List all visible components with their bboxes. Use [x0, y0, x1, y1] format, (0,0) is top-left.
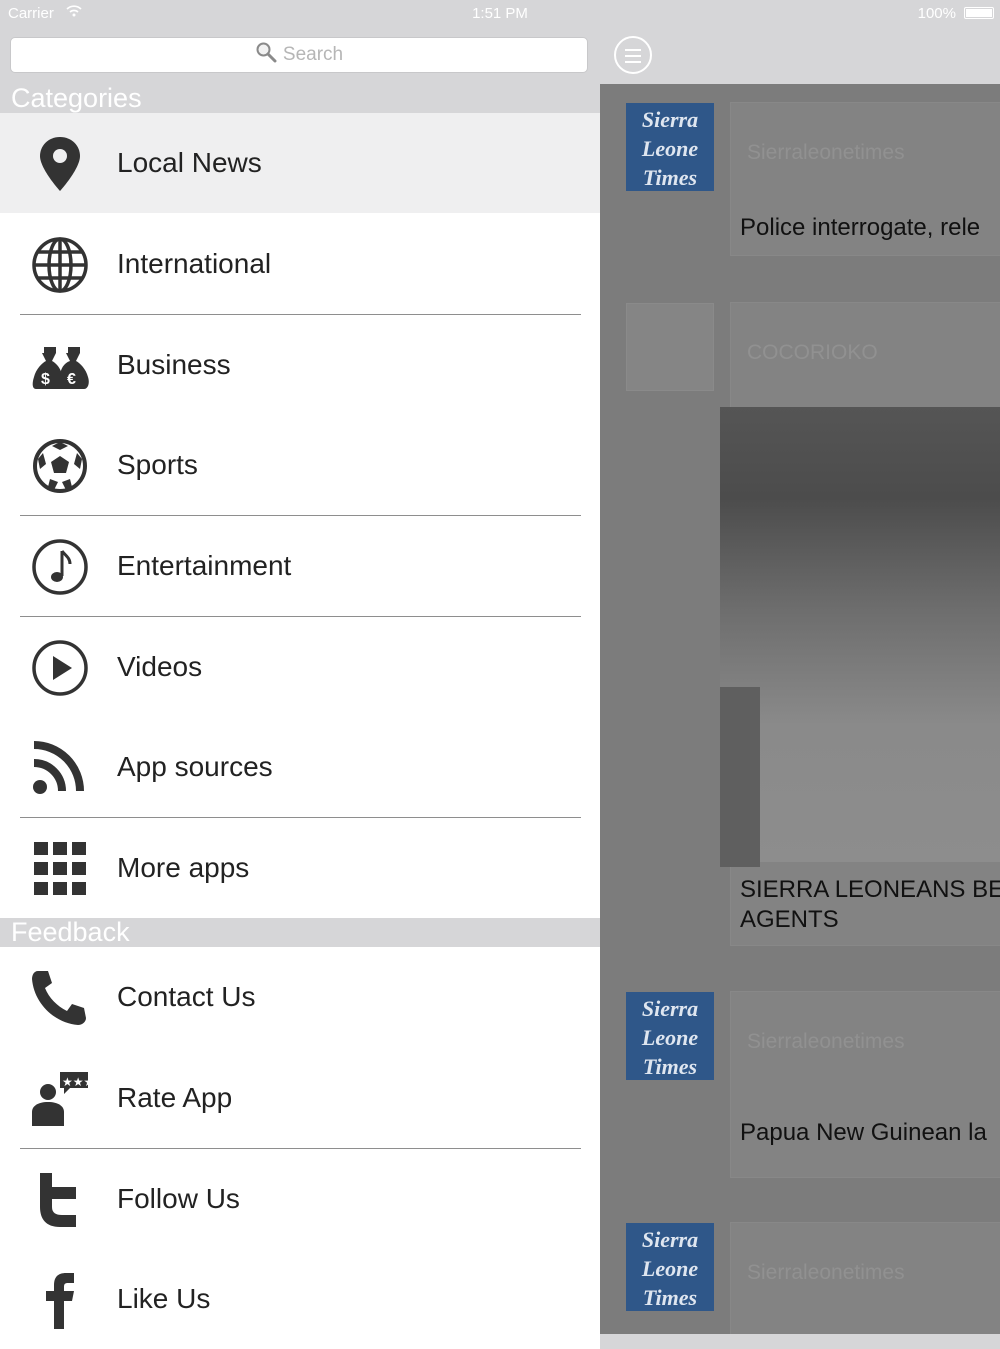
- feed-headline: Papua New Guinean la: [740, 1119, 987, 1146]
- grid-icon: [34, 842, 86, 895]
- phone-icon: [32, 971, 86, 1025]
- image-placeholder-icon: [626, 303, 714, 391]
- feed-card[interactable]: Sierraleonetimes Papua New Guinean la: [730, 991, 1000, 1178]
- drawer-search-bar: Search: [0, 28, 600, 84]
- battery-icon: [964, 7, 994, 19]
- feedback-contact-us[interactable]: Contact Us: [0, 947, 600, 1047]
- soccer-ball-icon: [33, 439, 87, 493]
- side-drawer: Search Categories Local News Internation…: [0, 0, 600, 1349]
- feed-card[interactable]: Sierraleonetimes: [730, 1222, 1000, 1334]
- twitter-icon: [40, 1173, 76, 1227]
- svg-text:★★★: ★★★: [62, 1075, 90, 1089]
- categories-header: Categories: [0, 84, 600, 113]
- feedback-follow-us[interactable]: Follow Us: [0, 1149, 600, 1249]
- feed-photo: [720, 407, 1000, 867]
- clock: 1:51 PM: [472, 5, 528, 22]
- feed-headline: Police interrogate, rele: [740, 214, 981, 241]
- feed-source: COCORIOKO: [747, 341, 878, 364]
- status-bar: Carrier 1:51 PM 100%: [0, 0, 1000, 28]
- battery-percent: 100%: [917, 5, 956, 22]
- feed-list: Sierra Leone Times Sierraleonetimes Police…: [600, 84, 1000, 1334]
- category-business[interactable]: $ € Business: [0, 315, 600, 415]
- feedback-like-us[interactable]: Like Us: [0, 1249, 600, 1349]
- feedback-header: Feedback: [0, 918, 600, 947]
- category-more-apps[interactable]: More apps: [0, 818, 600, 918]
- facebook-icon: [46, 1273, 74, 1329]
- category-videos[interactable]: Videos: [0, 617, 600, 717]
- feed-card[interactable]: Sierraleonetimes Police interrogate, rel…: [730, 102, 1000, 256]
- svg-text:€: €: [67, 371, 76, 388]
- menu-icon[interactable]: [614, 36, 652, 74]
- search-input[interactable]: Search: [10, 37, 588, 73]
- source-logo: Sierra Leone Times: [626, 1223, 714, 1311]
- rate-person-icon: ★★★: [32, 1072, 90, 1126]
- category-international[interactable]: International: [0, 214, 600, 314]
- rss-icon: [33, 741, 84, 794]
- news-feed-panel: Sierra Leone Times Sierraleonetimes Police…: [600, 0, 1000, 1334]
- category-app-sources[interactable]: App sources: [0, 717, 600, 817]
- search-icon: [256, 42, 277, 63]
- category-entertainment[interactable]: Entertainment: [0, 516, 600, 616]
- source-logo: Sierra Leone Times: [626, 992, 714, 1080]
- feed-source: Sierraleonetimes: [747, 141, 905, 164]
- feed-source: Sierraleonetimes: [747, 1030, 905, 1053]
- category-sports[interactable]: Sports: [0, 415, 600, 515]
- play-icon: [32, 640, 88, 696]
- feed-headline: SIERRA LEONEANS BE AGENTS: [740, 876, 1000, 933]
- feed-source: Sierraleonetimes: [747, 1261, 905, 1284]
- svg-text:$: $: [41, 371, 50, 388]
- feedback-rate-app[interactable]: ★★★ Rate App: [0, 1048, 600, 1148]
- music-note-icon: [32, 539, 88, 595]
- source-logo: Sierra Leone Times: [626, 103, 714, 191]
- feed-header: [600, 28, 1000, 84]
- location-pin-icon: [40, 137, 80, 191]
- category-local-news[interactable]: Local News: [0, 113, 600, 213]
- globe-icon: [32, 237, 88, 293]
- money-bags-icon: $ €: [32, 347, 89, 389]
